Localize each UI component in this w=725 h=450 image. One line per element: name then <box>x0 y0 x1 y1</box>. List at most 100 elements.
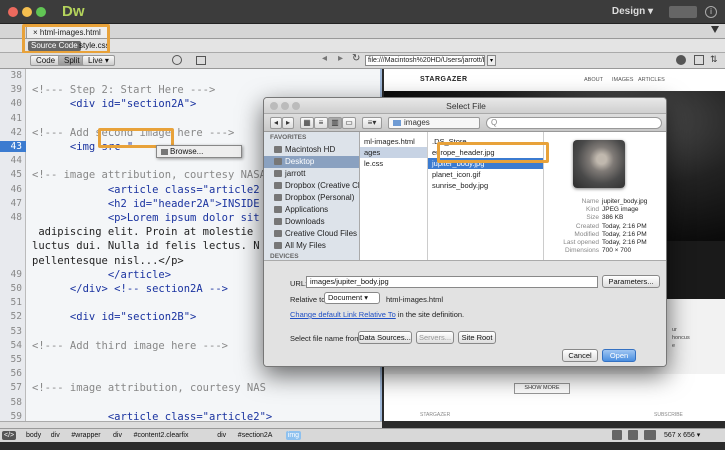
footer-subscribe[interactable]: SUBSCRIBE <box>654 412 683 418</box>
arrange-icon[interactable]: ≡▾ <box>362 117 382 129</box>
link-relative-suffix: in the site definition. <box>395 310 465 319</box>
site-nav-articles[interactable]: ARTICLES <box>638 77 665 83</box>
multiscreen-icon[interactable] <box>196 56 206 65</box>
sidebar-item[interactable]: Dropbox (Personal) <box>264 192 359 204</box>
code-line[interactable]: <article class="article2 <box>32 183 260 197</box>
desktop-size-icon[interactable] <box>644 430 656 440</box>
sidebar-item[interactable]: Dropbox (Creative Cl... <box>264 180 359 192</box>
dialog-forward-icon[interactable]: ▸ <box>282 117 294 129</box>
sidebar-item[interactable]: Applications <box>264 204 359 216</box>
data-sources-button[interactable]: Data Sources... <box>358 331 412 344</box>
relative-to-select[interactable]: Document ▾ <box>324 292 380 304</box>
sort-icon[interactable]: ⇅ <box>710 54 718 65</box>
code-line[interactable]: </div> <!-- section2A --> <box>32 282 228 296</box>
breadcrumb-item[interactable]: div <box>111 431 124 440</box>
breadcrumb-item[interactable]: #wrapper <box>69 431 102 440</box>
sidebar-item[interactable]: Desktop <box>264 156 359 168</box>
workspace-switcher[interactable]: Design ▾ <box>612 6 653 17</box>
breadcrumb-item[interactable]: div <box>215 431 228 440</box>
code-line[interactable]: <!--- image attribution, courtesy NAS <box>32 381 266 395</box>
site-nav-images[interactable]: IMAGES <box>612 77 633 83</box>
file-item[interactable]: sunrise_body.jpg <box>428 180 543 191</box>
breadcrumb-item[interactable]: img <box>285 431 302 440</box>
breadcrumb-item[interactable]: #section2A <box>236 431 275 440</box>
meta-value: Today, 2:16 PM <box>602 230 647 238</box>
code-line[interactable]: <div id="section2B"> <box>32 310 196 324</box>
location-popup[interactable]: images <box>388 117 480 129</box>
file-item[interactable]: le.css <box>360 158 427 169</box>
column-view-icon[interactable]: ▥ <box>328 117 342 129</box>
sidebar-item[interactable]: Downloads <box>264 216 359 228</box>
globe-icon[interactable] <box>676 55 686 65</box>
code-line[interactable]: </article> <box>32 268 171 282</box>
zoom-window-button[interactable] <box>36 7 46 17</box>
breadcrumb-item[interactable]: #content2.clearfix <box>132 431 191 440</box>
sidebar-item[interactable]: Macintosh HD <box>264 144 359 156</box>
code-line[interactable]: <!--- Step 2: Start Here ---> <box>32 83 215 97</box>
minimize-window-button[interactable] <box>22 7 32 17</box>
line-number: 40 <box>10 98 22 110</box>
address-bar[interactable]: file:///Macintosh%20HD/Users/jarrott/Dro… <box>365 55 485 66</box>
line-number: 49 <box>10 268 22 280</box>
coverflow-view-icon[interactable]: ▭ <box>342 117 356 129</box>
address-dropdown-icon[interactable]: ▾ <box>487 55 496 66</box>
mobile-size-icon[interactable] <box>612 430 622 440</box>
breadcrumb-item[interactable]: body <box>24 431 43 440</box>
line-number: 47 <box>10 197 22 209</box>
file-item[interactable]: ml-images.html <box>360 136 427 147</box>
dialog-zoom-button[interactable] <box>292 102 300 110</box>
code-horizontal-scrollbar[interactable] <box>0 421 382 428</box>
breadcrumb-item[interactable]: div <box>49 431 62 440</box>
select-file-dialog[interactable]: Select File ◂ ▸ ▦ ≡ ▥ ▭ ≡▾ images Q FAVO… <box>263 97 667 367</box>
code-line[interactable]: <h2 id="header2A">INSIDE <box>32 197 260 211</box>
sidebar-item[interactable]: All My Files <box>264 240 359 252</box>
info-icon[interactable]: i <box>705 6 717 18</box>
file-item[interactable]: ages <box>360 147 427 158</box>
code-line[interactable]: <div id="section2A"> <box>32 97 196 111</box>
site-root-button[interactable]: Site Root <box>458 331 496 344</box>
filter-icon[interactable] <box>711 26 719 33</box>
code-line[interactable]: <!--- Add third image here ---> <box>32 339 228 353</box>
page-options-icon[interactable] <box>694 55 704 65</box>
servers-button[interactable]: Servers... <box>416 331 454 344</box>
url-input[interactable]: images/jupiter_body.jpg <box>306 276 598 288</box>
dialog-minimize-button[interactable] <box>281 102 289 110</box>
sidebar-item[interactable]: jarrott <box>264 168 359 180</box>
change-link-relative-link[interactable]: Change default Link Relative To <box>290 310 396 319</box>
sync-settings-icon[interactable] <box>669 6 697 18</box>
inspect-icon[interactable] <box>172 55 182 65</box>
line-number: 39 <box>10 84 22 96</box>
tablet-size-icon[interactable] <box>628 430 638 440</box>
browse-hint-label: Browse... <box>170 147 204 156</box>
code-view-button[interactable]: Code <box>30 55 62 66</box>
code-hint-popup[interactable]: Browse... <box>156 145 242 158</box>
file-item[interactable]: planet_icon.gif <box>428 169 543 180</box>
code-line[interactable]: <p>Lorem ipsum dolor sit <box>32 211 260 225</box>
dialog-search-input[interactable]: Q <box>486 117 662 129</box>
close-window-button[interactable] <box>8 7 18 17</box>
parameters-button[interactable]: Parameters... <box>602 275 660 288</box>
dialog-back-icon[interactable]: ◂ <box>270 117 282 129</box>
site-nav-about[interactable]: ABOUT <box>584 77 603 83</box>
forward-arrow-icon[interactable]: ▸ <box>338 53 343 64</box>
browser-column-1[interactable]: ml-images.html ages le.css <box>360 132 428 260</box>
file-preview: Name jupiter_body.jpg Kind JPEG image Size 38… <box>544 132 666 260</box>
icon-view-icon[interactable]: ▦ <box>300 117 314 129</box>
live-view-button[interactable]: Live ▾ <box>82 55 115 66</box>
code-line[interactable]: <!-- image attribution, courtesy NASA <box>32 168 266 182</box>
dialog-close-button[interactable] <box>270 102 278 110</box>
code-line[interactable]: luctus dui. Nulla id felis lectus. N <box>32 239 260 253</box>
code-line[interactable]: adipiscing elit. Proin at molestie <box>32 225 253 239</box>
cancel-button[interactable]: Cancel <box>562 349 598 362</box>
list-view-icon[interactable]: ≡ <box>314 117 328 129</box>
code-line[interactable]: pellentesque nisl...</p> <box>32 254 184 268</box>
sidebar-item[interactable]: Creative Cloud Files <box>264 228 359 240</box>
code-line[interactable]: <article class="article2"> <box>32 410 272 421</box>
location-icon <box>274 242 282 249</box>
window-dimensions[interactable]: 567 x 656 ▾ <box>664 431 700 439</box>
refresh-icon[interactable]: ↻ <box>352 53 360 64</box>
open-button[interactable]: Open <box>602 349 636 362</box>
tag-selector-toggle[interactable]: </> <box>2 431 17 440</box>
show-more-button[interactable]: SHOW MORE <box>514 383 570 394</box>
back-arrow-icon[interactable]: ◂ <box>322 53 327 64</box>
